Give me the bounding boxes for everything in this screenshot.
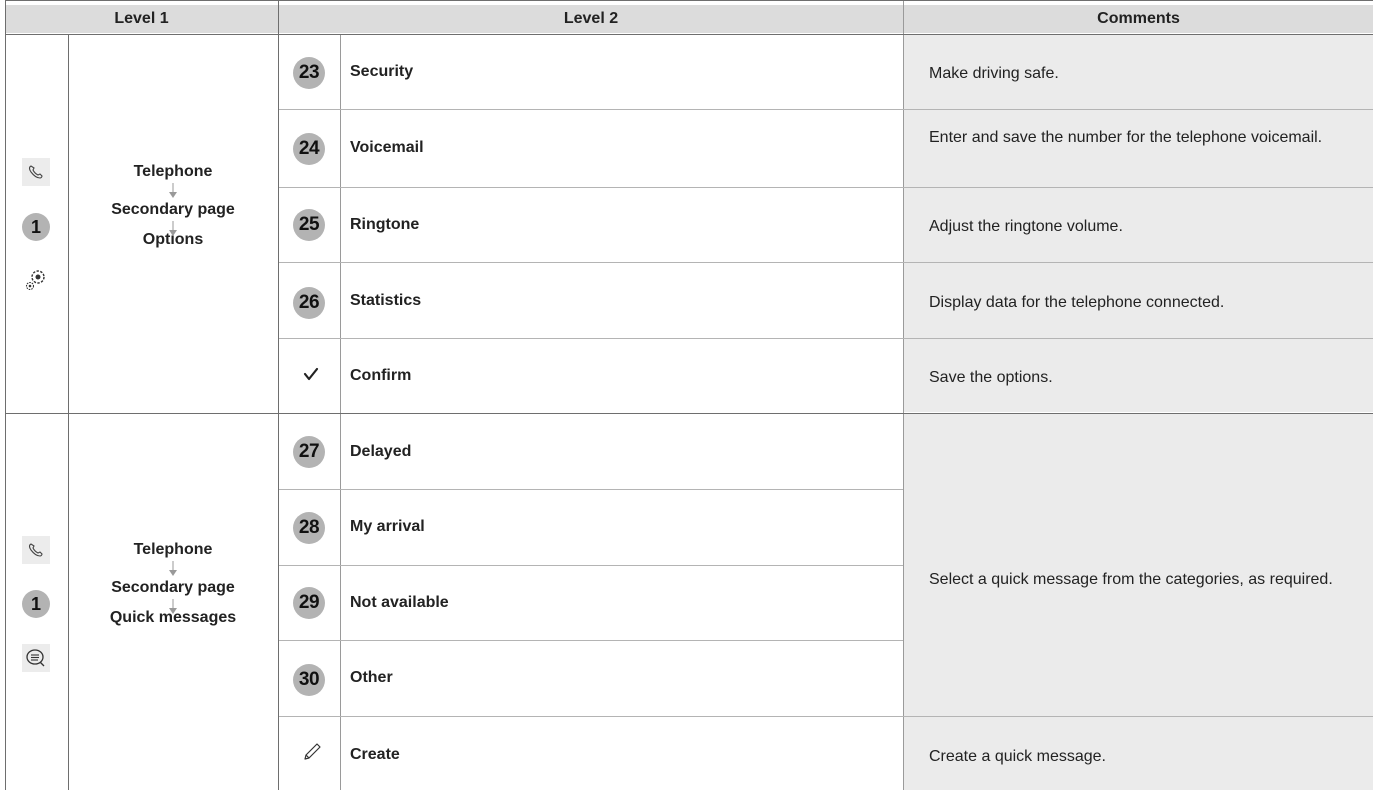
path-step: Secondary page	[111, 579, 235, 596]
menu-item-label[interactable]: My arrival	[350, 518, 425, 536]
grid-line	[5, 413, 1373, 414]
menu-item-label[interactable]: Voicemail	[350, 139, 424, 157]
menu-item-label[interactable]: Delayed	[350, 443, 411, 461]
menu-item-label[interactable]: Confirm	[350, 367, 411, 385]
header-level2: Level 2	[279, 5, 903, 33]
item-number-badge: 26	[293, 287, 325, 319]
item-number-badge: 28	[293, 512, 325, 544]
item-comment: Save the options.	[929, 369, 1053, 386]
pencil-icon	[301, 741, 323, 763]
menu-item-label[interactable]: Ringtone	[350, 216, 419, 234]
grid-line	[279, 262, 1373, 263]
item-number-badge: 25	[293, 209, 325, 241]
item-number-badge: 30	[293, 664, 325, 696]
checkmark-icon	[303, 366, 319, 382]
grid-line	[279, 187, 1373, 188]
down-arrow-icon	[73, 561, 273, 577]
item-number-badge: 27	[293, 436, 325, 468]
settings-icon	[22, 266, 50, 294]
comment-bg	[904, 110, 1373, 187]
secondary-page-badge: 1	[22, 590, 50, 618]
grid-line	[278, 0, 279, 790]
grid-line	[5, 0, 1373, 1]
secondary-page-badge: 1	[22, 213, 50, 241]
shared-comment: Select a quick message from the categori…	[929, 571, 1333, 588]
path-step: Telephone	[133, 541, 213, 558]
message-icon	[22, 644, 50, 672]
path-step: Telephone	[133, 163, 213, 180]
grid-line	[279, 489, 903, 490]
down-arrow-icon	[73, 183, 273, 199]
item-number-badge: 24	[293, 133, 325, 165]
phone-icon	[22, 536, 50, 564]
grid-line	[5, 34, 1373, 35]
grid-line	[279, 565, 903, 566]
menu-item-label[interactable]: Create	[350, 746, 400, 764]
grid-line	[279, 338, 1373, 339]
item-comment: Make driving safe.	[929, 65, 1059, 82]
down-arrow-icon	[73, 599, 273, 615]
grid-line	[279, 109, 1373, 110]
item-comment: Adjust the ringtone volume.	[929, 218, 1123, 235]
menu-table: Level 1 Level 2 Comments 1 Telephone Sec…	[5, 0, 1373, 790]
item-comment: Enter and save the number for the teleph…	[929, 129, 1323, 146]
grid-line	[903, 0, 904, 790]
item-comment: Display data for the telephone connected…	[929, 294, 1225, 311]
down-arrow-icon	[73, 221, 273, 237]
grid-line	[279, 716, 1373, 717]
phone-icon	[22, 158, 50, 186]
item-comment: Create a quick message.	[929, 748, 1106, 765]
grid-line	[5, 0, 6, 790]
grid-line	[279, 640, 903, 641]
path-step: Secondary page	[111, 201, 235, 218]
header-level1: Level 1	[5, 5, 278, 33]
header-comments: Comments	[904, 5, 1373, 33]
item-number-badge: 29	[293, 587, 325, 619]
menu-item-label[interactable]: Other	[350, 669, 393, 687]
item-number-badge: 23	[293, 57, 325, 89]
comment-bg	[904, 414, 1373, 716]
menu-item-label[interactable]: Security	[350, 63, 413, 81]
menu-item-label[interactable]: Statistics	[350, 292, 421, 310]
navigation-path: Telephone Secondary page Options	[73, 161, 273, 251]
navigation-path: Telephone Secondary page Quick messages	[73, 539, 273, 629]
menu-item-label[interactable]: Not available	[350, 594, 449, 612]
